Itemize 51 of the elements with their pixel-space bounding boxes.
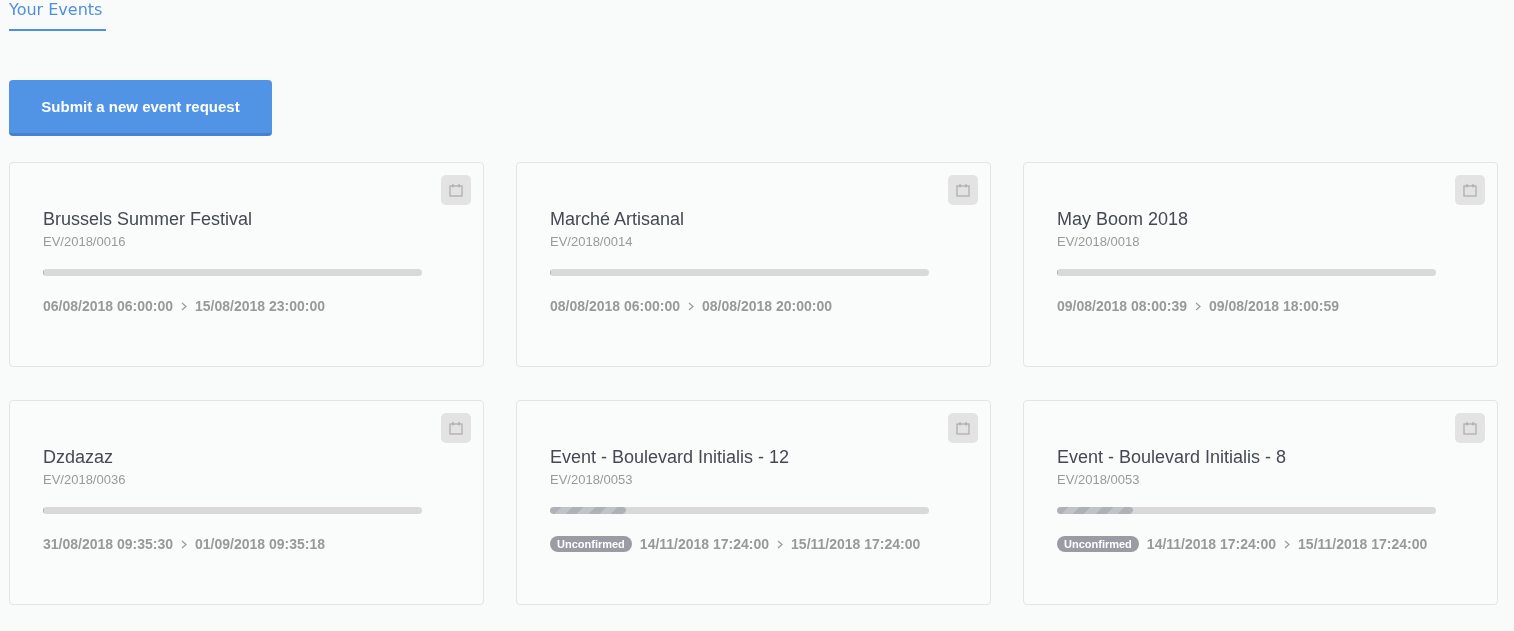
event-title: Dzdazaz	[43, 447, 115, 468]
calendar-button[interactable]	[948, 413, 978, 443]
status-badge: Unconfirmed	[1057, 536, 1139, 552]
calendar-icon	[1463, 421, 1477, 435]
calendar-icon	[1463, 183, 1477, 197]
event-code: EV/2018/0016	[43, 234, 127, 249]
calendar-icon	[956, 421, 970, 435]
start-date: 06/08/2018 06:00:00	[43, 298, 173, 314]
calendar-button[interactable]	[1455, 413, 1485, 443]
calendar-button[interactable]	[948, 175, 978, 205]
event-code: EV/2018/0053	[1057, 472, 1141, 487]
end-date: 15/08/2018 23:00:00	[195, 298, 325, 314]
end-date: 15/11/2018 17:24:00	[1298, 536, 1428, 552]
calendar-button[interactable]	[1455, 175, 1485, 205]
end-date: 01/09/2018 09:35:18	[195, 536, 325, 552]
start-date: 14/11/2018 17:24:00	[1146, 536, 1277, 552]
page-heading: Your Events	[9, 0, 103, 21]
chevron-right-icon	[688, 301, 694, 311]
calendar-button[interactable]	[441, 413, 471, 443]
event-title: Marché Artisanal	[550, 209, 686, 230]
start-date: 31/08/2018 09:35:30	[43, 536, 173, 552]
end-date: 09/08/2018 18:00:59	[1209, 298, 1339, 314]
chevron-right-icon	[181, 539, 187, 549]
event-code: EV/2018/0036	[43, 472, 127, 487]
chevron-right-icon	[181, 301, 187, 311]
event-card[interactable]: Dzdazaz EV/2018/0036 31/08/2018 09:35:30 01/09/2018 09:35:18	[9, 400, 484, 605]
calendar-icon	[956, 183, 970, 197]
event-title: May Boom 2018	[1057, 209, 1190, 230]
event-card[interactable]: Brussels Summer Festival EV/2018/0016 06/08/2018 06:00:00 15/08/2018 23:00:00	[9, 162, 484, 367]
event-code: EV/2018/0053	[550, 472, 634, 487]
start-date: 09/08/2018 08:00:39	[1057, 298, 1187, 314]
event-card[interactable]: Marché Artisanal EV/2018/0014 08/08/2018 06:00:00 08/08/2018 20:00:00	[516, 162, 991, 367]
chevron-right-icon	[1195, 301, 1201, 311]
event-title: Event - Boulevard Initialis - 12	[550, 447, 791, 468]
event-code: EV/2018/0014	[550, 234, 634, 249]
start-date: 08/08/2018 06:00:00	[550, 298, 680, 314]
calendar-icon	[449, 183, 463, 197]
event-card[interactable]: Event - Boulevard Initialis - 8 EV/2018/0053 Unconfirmed 14/11/2018 17:24:00 15/11/2018 17:24:00	[1023, 400, 1498, 605]
event-card[interactable]: May Boom 2018 EV/2018/0018 09/08/2018 08:00:39 09/08/2018 18:00:59	[1023, 162, 1498, 367]
event-code: EV/2018/0018	[1057, 234, 1141, 249]
end-date: 15/11/2018 17:24:00	[791, 536, 921, 552]
calendar-icon	[449, 421, 463, 435]
event-title: Brussels Summer Festival	[43, 209, 254, 230]
status-badge: Unconfirmed	[550, 536, 632, 552]
start-date: 14/11/2018 17:24:00	[639, 536, 770, 552]
chevron-right-icon	[777, 539, 784, 549]
event-card[interactable]: Event - Boulevard Initialis - 12 EV/2018/0053 Unconfirmed 14/11/2018 17:24:00 15/11/2018 17:24:00	[516, 400, 991, 605]
end-date: 08/08/2018 20:00:00	[702, 298, 832, 314]
chevron-right-icon	[1284, 539, 1291, 549]
event-title: Event - Boulevard Initialis - 8	[1057, 447, 1288, 468]
calendar-button[interactable]	[441, 175, 471, 205]
